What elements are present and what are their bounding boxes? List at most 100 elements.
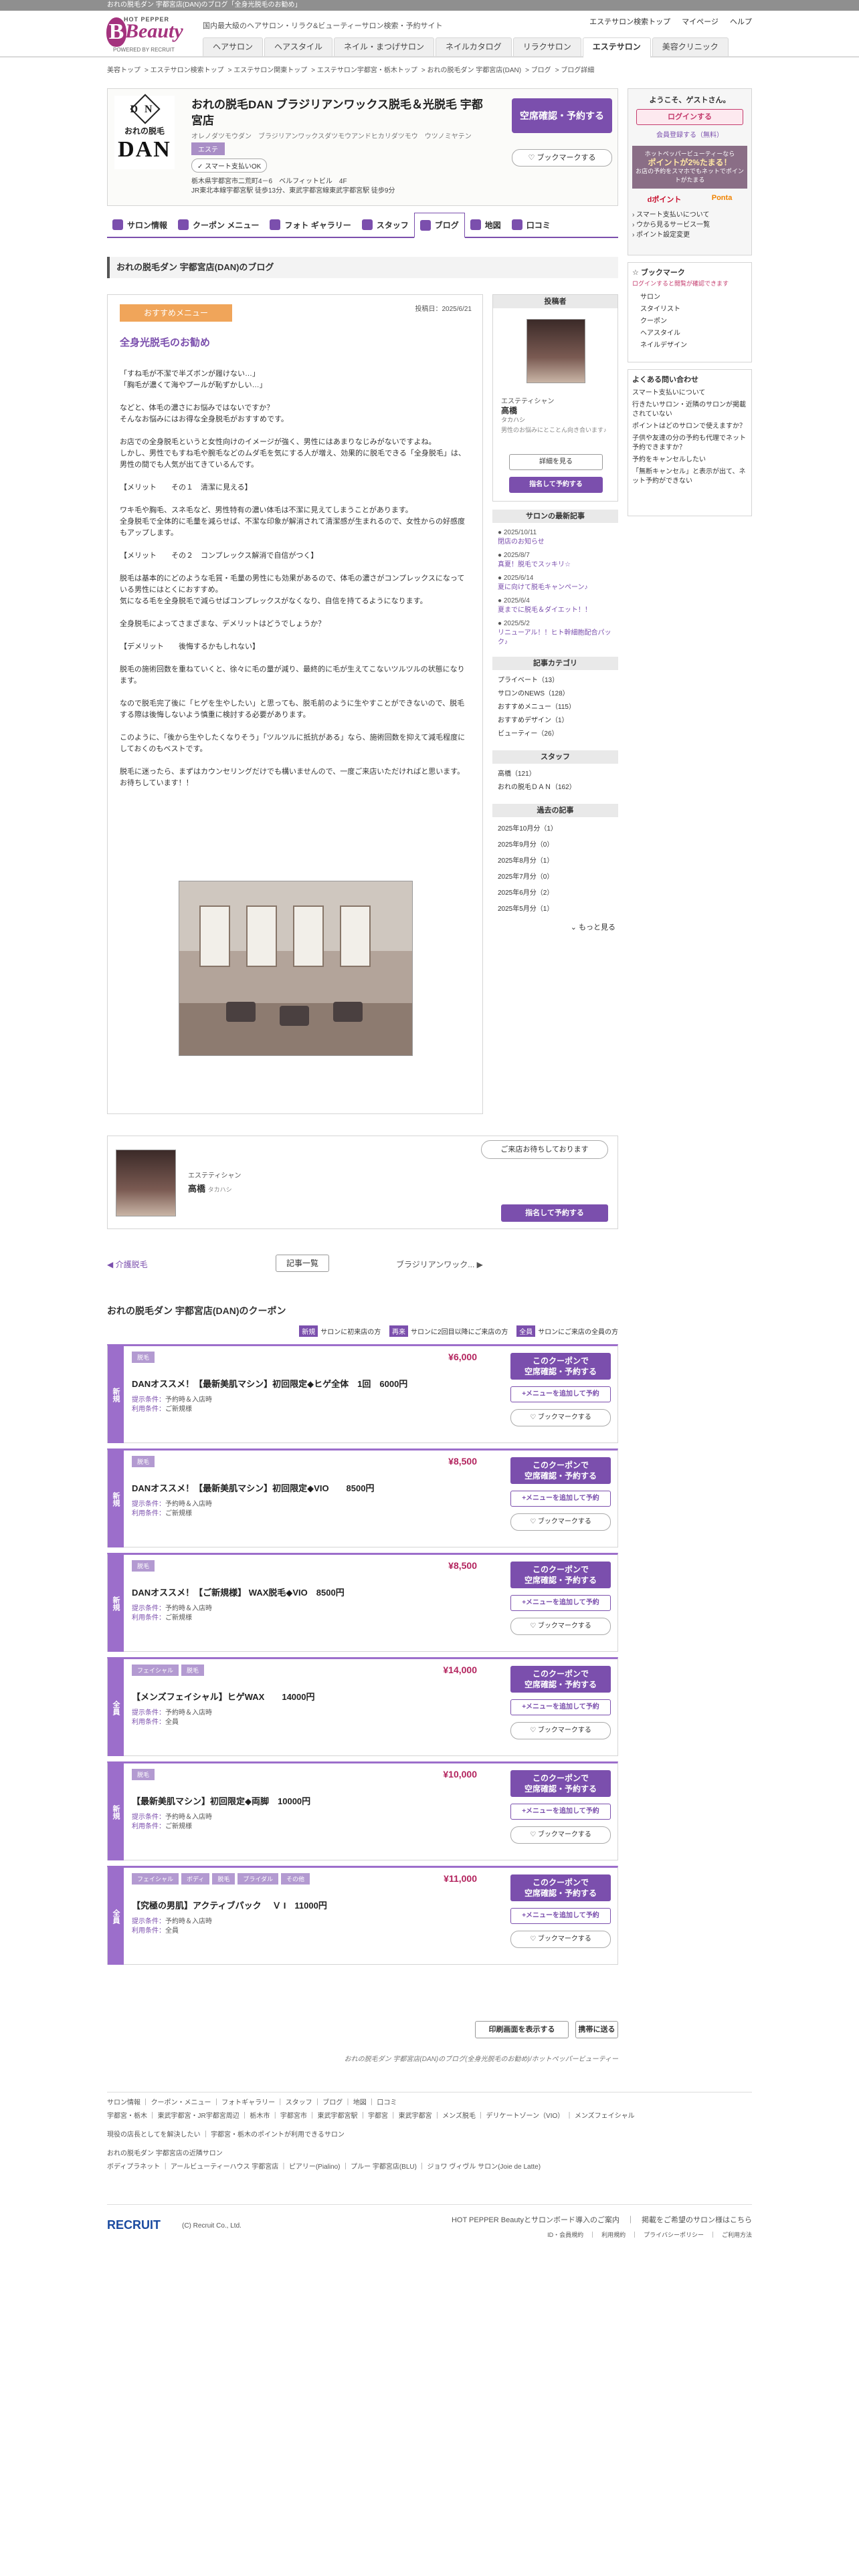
tab-salon-info[interactable]: サロン情報: [107, 213, 173, 237]
breadcrumb-item[interactable]: エステサロン宇都宮・栃木トップ: [317, 67, 417, 74]
print-button[interactable]: 印刷画面を表示する: [475, 2021, 569, 2038]
coupon-bookmark-button[interactable]: ♡ ブックマークする: [510, 1513, 611, 1531]
point-promo[interactable]: ホットペッパービューティーなら ポイントが2%たまる！ お店の予約をスマホでもネ…: [632, 146, 747, 189]
category-link[interactable]: おすすめメニュー（115）: [498, 701, 613, 714]
footer-link[interactable]: HOT PEPPER Beautyとサロンボード導入のご案内: [452, 2216, 619, 2224]
archive-link[interactable]: 2025年5月分（1）: [498, 901, 613, 918]
bookmark-link[interactable]: ネイルデザイン: [640, 340, 747, 352]
header-link-help[interactable]: ヘルプ: [730, 18, 752, 26]
coupon-add-menu-button[interactable]: +メニューを追加して予約: [510, 1908, 611, 1924]
send-mobile-button[interactable]: 携帯に送る: [575, 2021, 618, 2038]
latest-link[interactable]: 閉店のお知らせ: [498, 538, 613, 547]
category-link[interactable]: おすすめデザイン（1）: [498, 714, 613, 728]
coupon-add-menu-button[interactable]: +メニューを追加して予約: [510, 1386, 611, 1402]
coupon-title[interactable]: 【最新美肌マシン】初回限定◆両脚 10000円: [132, 1794, 453, 1807]
bookmark-button[interactable]: ♡ ブックマークする: [512, 149, 612, 167]
tab-staff[interactable]: スタッフ: [357, 213, 414, 237]
poster-reserve-button[interactable]: 指名して予約する: [509, 477, 603, 493]
breadcrumb-item[interactable]: おれの脱毛ダン 宇都宮店(DAN): [427, 67, 522, 74]
archive-link[interactable]: 2025年7月分（0）: [498, 869, 613, 885]
article-category-badge[interactable]: おすすめメニュー: [120, 304, 232, 322]
footer-link[interactable]: 地図: [353, 2099, 367, 2107]
archive-link[interactable]: 2025年8月分（1）: [498, 853, 613, 869]
tab-photo-gallery[interactable]: フォト ギャラリー: [264, 213, 356, 237]
header-link-esthe-top[interactable]: エステサロン検索トップ: [589, 18, 670, 26]
recruit-logo[interactable]: RECRUIT: [107, 2218, 161, 2232]
latest-link[interactable]: 真夏！脱毛でスッキリ☆: [498, 560, 613, 570]
faq-link[interactable]: 「無断キャンセル」と表示が出て、ネット予約ができない: [632, 467, 747, 486]
footer-link[interactable]: プライバシーポリシー: [644, 2232, 704, 2238]
coupon-add-menu-button[interactable]: +メニューを追加して予約: [510, 1491, 611, 1507]
gnav-esthe-salon[interactable]: エステサロン: [582, 37, 651, 58]
coupon-title[interactable]: 【究極の男肌】アクティブパック Ｖ I 11000円: [132, 1899, 453, 1911]
coupon-reserve-button[interactable]: このクーポンで 空席確認・予約する: [510, 1457, 611, 1484]
gnav-hair-style[interactable]: ヘアスタイル: [264, 37, 333, 56]
footer-link[interactable]: 利用規約: [601, 2232, 626, 2238]
faq-link[interactable]: 子供や友達の分の予約も代理でネット予約できますか？: [632, 434, 747, 453]
hotpepper-beauty-logo[interactable]: B HOT PEPPER Beauty POWERED BY RECRUIT: [105, 13, 192, 53]
footer-link[interactable]: 掲載をご希望のサロン様はこちら: [642, 2216, 752, 2224]
stylist-name[interactable]: 高橋 タカハシ: [188, 1182, 232, 1194]
coupon-bookmark-button[interactable]: ♡ ブックマークする: [510, 1826, 611, 1844]
faq-link[interactable]: スマート支払いについて: [632, 389, 747, 398]
reserve-button[interactable]: 空席確認・予約する: [512, 98, 612, 133]
stylist-reserve-button[interactable]: 指名して予約する: [501, 1204, 608, 1222]
next-article-link[interactable]: ブラジリアンワック... ▶: [396, 1259, 483, 1270]
coupon-reserve-button[interactable]: このクーポンで 空席確認・予約する: [510, 1562, 611, 1588]
staff-link[interactable]: おれの脱毛ＤＡＮ（162）: [498, 781, 613, 794]
bookmark-link[interactable]: スタイリスト: [640, 304, 747, 316]
footer-link[interactable]: 東武宇都宮: [399, 2113, 432, 2120]
footer-link[interactable]: ボディプラネット: [107, 2163, 160, 2171]
tab-coupon-menu[interactable]: クーポン メニュー: [173, 213, 264, 237]
footer-link[interactable]: アールビューティーハウス 宇都宮店: [171, 2163, 278, 2171]
footer-link[interactable]: 宇都宮・栃木: [107, 2113, 147, 2120]
gnav-nail-catalog[interactable]: ネイルカタログ: [436, 37, 512, 56]
bookmark-link[interactable]: ヘアスタイル: [640, 328, 747, 340]
stylist-photo[interactable]: [116, 1150, 176, 1216]
footer-link[interactable]: メンズ脱毛: [442, 2113, 476, 2120]
footer-link[interactable]: プルー 宇都宮店(BLU): [351, 2163, 417, 2171]
footer-link[interactable]: ジョワ ヴィヴル サロン(Joie de Latte): [427, 2163, 541, 2171]
coupon-reserve-button[interactable]: このクーポンで 空席確認・予約する: [510, 1874, 611, 1901]
breadcrumb-item[interactable]: エステサロン関東トップ: [233, 67, 307, 74]
footer-link[interactable]: 口コミ: [377, 2099, 397, 2107]
latest-link[interactable]: 夏に向けて脱毛キャンペーン♪: [498, 583, 613, 593]
coupon-title[interactable]: DANオススメ！【最新美肌マシン】初回限定◆VIO 8500円: [132, 1481, 453, 1494]
login-button[interactable]: ログインする: [636, 109, 743, 125]
footer-link[interactable]: 現役の店長としてを解決したい: [107, 2131, 201, 2139]
coupon-add-menu-button[interactable]: +メニューを追加して予約: [510, 1699, 611, 1715]
footer-link[interactable]: ご利用方法: [722, 2232, 752, 2238]
footer-link[interactable]: ブログ: [322, 2099, 343, 2107]
coupon-add-menu-button[interactable]: +メニューを追加して予約: [510, 1804, 611, 1820]
poster-detail-button[interactable]: 詳細を見る: [509, 454, 603, 470]
footer-link[interactable]: デリケートゾーン（VIO）: [486, 2113, 565, 2120]
faq-link[interactable]: 行きたいサロン・近隣のサロンが掲載されていない: [632, 401, 747, 419]
coupon-bookmark-button[interactable]: ♡ ブックマークする: [510, 1722, 611, 1739]
archive-link[interactable]: 2025年10月分（1）: [498, 821, 613, 837]
archive-link[interactable]: 2025年9月分（0）: [498, 837, 613, 853]
faq-link[interactable]: ポイントはどのサロンで使えますか？: [632, 422, 747, 431]
archive-more-link[interactable]: ⌄ もっと見る: [492, 922, 618, 932]
gnav-nail-salon[interactable]: ネイル・まつげサロン: [334, 37, 435, 56]
tab-reviews[interactable]: 口コミ: [506, 213, 556, 237]
footer-link[interactable]: 栃木市: [250, 2113, 270, 2120]
article-list-button[interactable]: 記事一覧: [276, 1255, 329, 1272]
coupon-title[interactable]: DANオススメ！【ご新規様】 WAX脱毛◆VIO 8500円: [132, 1586, 453, 1598]
gnav-relax-salon[interactable]: リラクサロン: [512, 37, 581, 56]
footer-link[interactable]: 宇都宮・栃木のポイントが利用できるサロン: [211, 2131, 345, 2139]
footer-link[interactable]: 東武宇都宮・JR宇都宮周辺: [158, 2113, 240, 2120]
footer-link[interactable]: ピアリー(Pialino): [289, 2163, 341, 2171]
coupon-bookmark-button[interactable]: ♡ ブックマークする: [510, 1931, 611, 1948]
archive-link[interactable]: 2025年6月分（2）: [498, 885, 613, 901]
coupon-bookmark-button[interactable]: ♡ ブックマークする: [510, 1618, 611, 1635]
coupon-add-menu-button[interactable]: +メニューを追加して予約: [510, 1595, 611, 1611]
rside-link[interactable]: › ウから見るサービス一覧: [632, 220, 747, 230]
poster-name[interactable]: 高橋: [501, 405, 517, 416]
coupon-reserve-button[interactable]: このクーポンで 空席確認・予約する: [510, 1666, 611, 1693]
footer-link[interactable]: サロン情報: [107, 2099, 140, 2107]
tab-map[interactable]: 地図: [465, 213, 506, 237]
footer-link[interactable]: スタッフ: [286, 2099, 312, 2107]
gnav-beauty-clinic[interactable]: 美容クリニック: [652, 37, 729, 56]
coupon-reserve-button[interactable]: このクーポンで 空席確認・予約する: [510, 1770, 611, 1797]
footer-link[interactable]: 宇都宮: [368, 2113, 388, 2120]
